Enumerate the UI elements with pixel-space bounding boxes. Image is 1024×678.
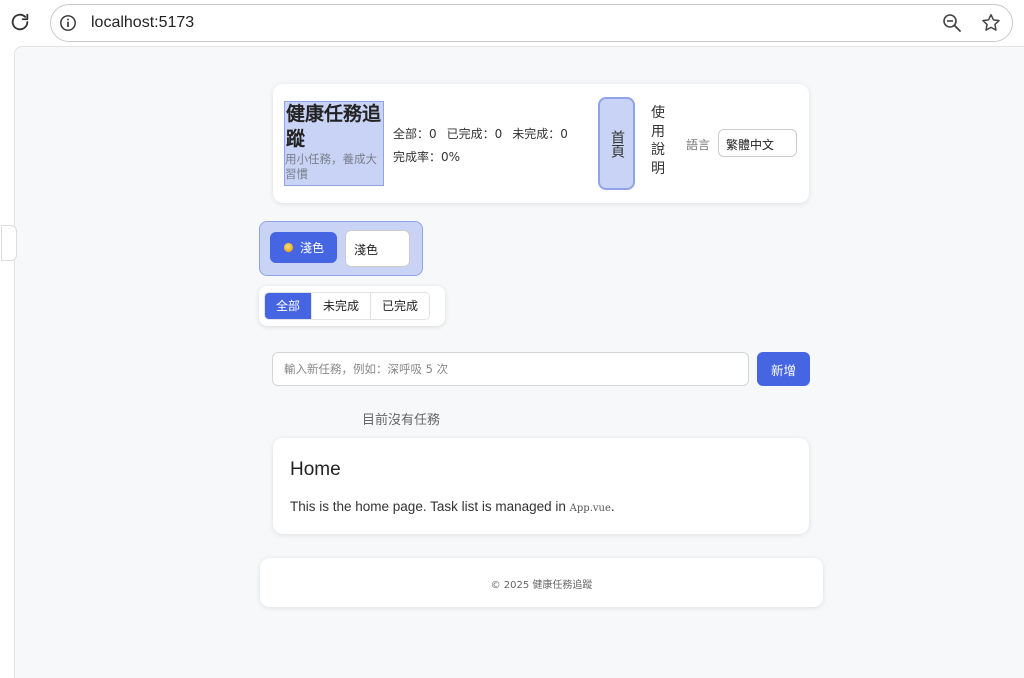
language-select[interactable]: 繁體中文 — [718, 129, 797, 157]
tab-undone[interactable]: 未完成 — [312, 293, 372, 319]
home-text-end: . — [610, 499, 615, 514]
filter-tabs: 全部 未完成 已完成 — [264, 292, 431, 320]
stat-completion-rate: 完成率：0% — [393, 150, 461, 164]
home-view-card: Home This is the home page. Task list is… — [273, 438, 809, 534]
nav-home-button[interactable]: 首頁 — [598, 97, 635, 190]
address-bar[interactable]: localhost:5173 — [50, 4, 1013, 42]
tab-all[interactable]: 全部 — [265, 293, 313, 319]
empty-task-message: 目前沒有任務 — [362, 413, 441, 428]
zoom-out-icon[interactable] — [942, 13, 962, 33]
bookmark-star-icon[interactable] — [980, 12, 1002, 34]
filter-bar: 全部 未完成 已完成 — [259, 286, 445, 326]
nav-help-link[interactable]: 使用說明 — [651, 104, 671, 178]
stat-all: 全部：0 — [393, 127, 437, 141]
home-code: App.vue — [569, 503, 611, 514]
side-panel-handle[interactable] — [1, 225, 17, 261]
task-stats: 全部：0 已完成：0 未完成：0 — [393, 125, 578, 142]
stat-done: 已完成：0 — [446, 127, 503, 141]
footer-text: © 2025 健康任務追蹤 — [490, 580, 593, 591]
home-description: This is the home page. Task list is mana… — [290, 499, 615, 514]
theme-toggle-button[interactable]: 淺色 — [270, 232, 337, 263]
info-icon[interactable] — [59, 14, 77, 32]
app-subtitle: 用小任務，養成大習慣 — [285, 152, 377, 181]
brand: 健康任務追蹤 用小任務，養成大習慣 — [284, 101, 384, 186]
page-viewport: 健康任務追蹤 用小任務，養成大習慣 全部：0 已完成：0 未完成：0 完成率：0% … — [1, 46, 1024, 678]
browser-toolbar: localhost:5173 — [0, 0, 1024, 46]
home-text-main: This is the home page. Task list is mana… — [290, 499, 566, 514]
sun-icon — [283, 242, 294, 253]
app-title: 健康任務追蹤 — [286, 103, 382, 150]
theme-switcher: 淺色 淺色 — [259, 221, 423, 276]
tab-done[interactable]: 已完成 — [371, 293, 430, 319]
new-task-input[interactable] — [272, 352, 749, 386]
footer: © 2025 健康任務追蹤 — [260, 558, 823, 607]
language-label: 語言 — [686, 138, 711, 152]
home-title: Home — [290, 459, 341, 480]
header-card: 健康任務追蹤 用小任務，養成大習慣 全部：0 已完成：0 未完成：0 完成率：0% … — [273, 84, 809, 203]
add-task-button[interactable]: 新增 — [757, 352, 810, 386]
reload-icon[interactable] — [9, 11, 31, 33]
url-text: localhost:5173 — [91, 14, 195, 31]
theme-toggle-label: 淺色 — [299, 241, 324, 255]
theme-select[interactable]: 淺色 — [345, 230, 410, 267]
stat-undone: 未完成：0 — [512, 127, 568, 141]
